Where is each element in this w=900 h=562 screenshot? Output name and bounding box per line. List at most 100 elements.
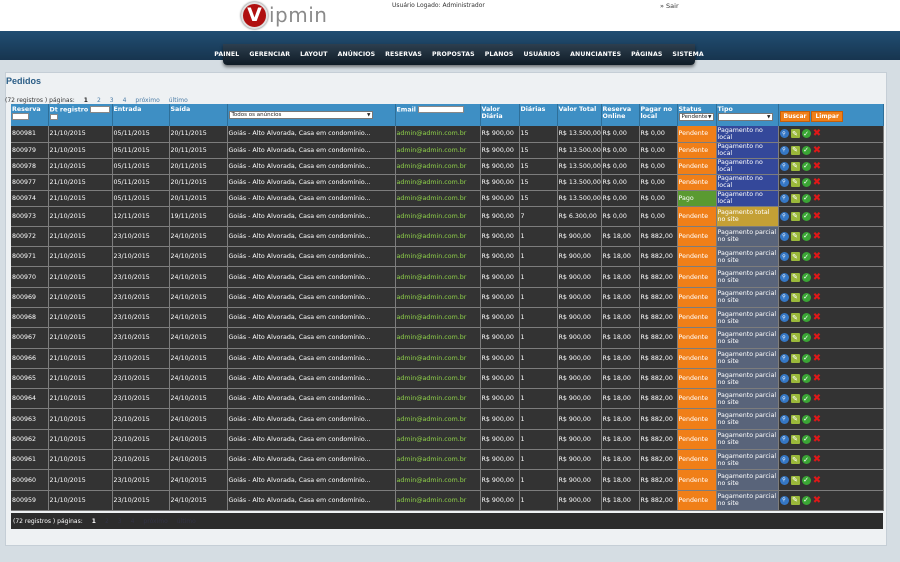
view-icon[interactable]: ⚲ (779, 353, 789, 363)
cell-email[interactable]: admin@admin.com.br (395, 388, 481, 410)
cell-email[interactable]: admin@admin.com.br (395, 190, 481, 207)
edit-icon[interactable]: ✎ (790, 145, 800, 155)
pager-next-link[interactable]: próximo (135, 97, 159, 104)
view-icon[interactable]: ⚲ (779, 394, 789, 404)
edit-icon[interactable]: ✎ (790, 434, 800, 444)
view-icon[interactable]: ⚲ (779, 177, 789, 187)
view-icon[interactable]: ⚲ (779, 193, 789, 203)
view-icon[interactable]: ⚲ (779, 434, 789, 444)
approve-icon[interactable]: ✓ (801, 272, 811, 282)
delete-icon[interactable]: ✖ (813, 414, 822, 425)
cell-email[interactable]: admin@admin.com.br (395, 368, 481, 390)
edit-icon[interactable]: ✎ (790, 313, 800, 323)
cell-email[interactable]: admin@admin.com.br (395, 126, 481, 143)
pager-last-link[interactable]: último (169, 97, 188, 104)
pager-page-2[interactable]: 2 (97, 97, 101, 104)
buscar-button[interactable]: Buscar (779, 111, 811, 122)
edit-icon[interactable]: ✎ (790, 193, 800, 203)
edit-icon[interactable]: ✎ (790, 272, 800, 282)
cell-email[interactable]: admin@admin.com.br (395, 246, 481, 268)
status-filter-select[interactable]: Pendente (678, 113, 714, 121)
view-icon[interactable]: ⚲ (779, 145, 789, 155)
view-icon[interactable]: ⚲ (779, 374, 789, 384)
edit-icon[interactable]: ✎ (790, 475, 800, 485)
approve-icon[interactable]: ✓ (801, 193, 811, 203)
cell-email[interactable]: admin@admin.com.br (395, 206, 481, 227)
anuncio-filter-select[interactable]: Todos os anúncios (228, 111, 373, 119)
edit-icon[interactable]: ✎ (790, 414, 800, 424)
delete-icon[interactable]: ✖ (813, 193, 822, 204)
cell-email[interactable]: admin@admin.com.br (395, 408, 481, 430)
edit-icon[interactable]: ✎ (790, 292, 800, 302)
delete-icon[interactable]: ✖ (813, 475, 822, 486)
nav-item-10[interactable]: SISTEMA (667, 51, 708, 58)
calendar-icon[interactable] (49, 113, 58, 120)
cell-email[interactable]: admin@admin.com.br (395, 348, 481, 369)
logout-link[interactable]: » Sair (660, 2, 679, 10)
edit-icon[interactable]: ✎ (790, 374, 800, 384)
nav-item-9[interactable]: PÁGINAS (626, 51, 667, 58)
delete-icon[interactable]: ✖ (813, 454, 822, 465)
edit-icon[interactable]: ✎ (790, 333, 800, 343)
nav-item-7[interactable]: USUÁRIOS (518, 51, 565, 58)
view-icon[interactable]: ⚲ (779, 129, 789, 139)
tipo-filter-select[interactable] (717, 113, 773, 121)
delete-icon[interactable]: ✖ (813, 251, 822, 262)
view-icon[interactable]: ⚲ (779, 333, 789, 343)
edit-icon[interactable]: ✎ (790, 394, 800, 404)
delete-icon[interactable]: ✖ (813, 211, 822, 222)
cell-email[interactable]: admin@admin.com.br (395, 449, 481, 471)
approve-icon[interactable]: ✓ (801, 177, 811, 187)
approve-icon[interactable]: ✓ (801, 252, 811, 262)
approve-icon[interactable]: ✓ (801, 374, 811, 384)
approve-icon[interactable]: ✓ (801, 292, 811, 302)
delete-icon[interactable]: ✖ (813, 312, 822, 323)
approve-icon[interactable]: ✓ (801, 129, 811, 139)
nav-item-4[interactable]: RESERVAS (380, 51, 427, 58)
edit-icon[interactable]: ✎ (790, 455, 800, 465)
nav-item-6[interactable]: PLANOS (480, 51, 519, 58)
delete-icon[interactable]: ✖ (813, 373, 822, 384)
cell-email[interactable]: admin@admin.com.br (395, 142, 481, 159)
cell-email[interactable]: admin@admin.com.br (395, 307, 481, 329)
view-icon[interactable]: ⚲ (779, 252, 789, 262)
view-icon[interactable]: ⚲ (779, 495, 789, 505)
approve-icon[interactable]: ✓ (801, 495, 811, 505)
view-icon[interactable]: ⚲ (779, 292, 789, 302)
pager-next-link[interactable]: próximo (143, 518, 167, 525)
delete-icon[interactable]: ✖ (813, 353, 822, 364)
delete-icon[interactable]: ✖ (813, 161, 822, 172)
approve-icon[interactable]: ✓ (801, 161, 811, 171)
cell-email[interactable]: admin@admin.com.br (395, 327, 481, 349)
approve-icon[interactable]: ✓ (801, 333, 811, 343)
approve-icon[interactable]: ✓ (801, 231, 811, 241)
pager-page-3[interactable]: 3 (110, 97, 114, 104)
approve-icon[interactable]: ✓ (801, 145, 811, 155)
nav-item-3[interactable]: ANÚNCIOS (333, 51, 381, 58)
edit-icon[interactable]: ✎ (790, 353, 800, 363)
approve-icon[interactable]: ✓ (801, 353, 811, 363)
approve-icon[interactable]: ✓ (801, 211, 811, 221)
delete-icon[interactable]: ✖ (813, 231, 822, 242)
cell-email[interactable]: admin@admin.com.br (395, 158, 481, 175)
dt-registro-filter-input[interactable] (90, 106, 111, 113)
view-icon[interactable]: ⚲ (779, 475, 789, 485)
view-icon[interactable]: ⚲ (779, 231, 789, 241)
reserva-filter-input[interactable] (12, 113, 29, 120)
pager-page-2[interactable]: 2 (105, 518, 109, 525)
delete-icon[interactable]: ✖ (813, 128, 822, 139)
delete-icon[interactable]: ✖ (813, 145, 822, 156)
email-filter-input[interactable] (418, 106, 465, 113)
view-icon[interactable]: ⚲ (779, 272, 789, 282)
delete-icon[interactable]: ✖ (813, 495, 822, 506)
pager-page-3[interactable]: 3 (118, 518, 122, 525)
pager-last-link[interactable]: último (177, 518, 196, 525)
limpar-button[interactable]: Limpar (811, 111, 843, 122)
cell-email[interactable]: admin@admin.com.br (395, 287, 481, 308)
nav-item-5[interactable]: PROPOSTAS (427, 51, 480, 58)
edit-icon[interactable]: ✎ (790, 495, 800, 505)
nav-item-0[interactable]: PAINEL (209, 51, 244, 58)
pager-page-4[interactable]: 4 (131, 518, 135, 525)
approve-icon[interactable]: ✓ (801, 455, 811, 465)
cell-email[interactable]: admin@admin.com.br (395, 469, 481, 491)
